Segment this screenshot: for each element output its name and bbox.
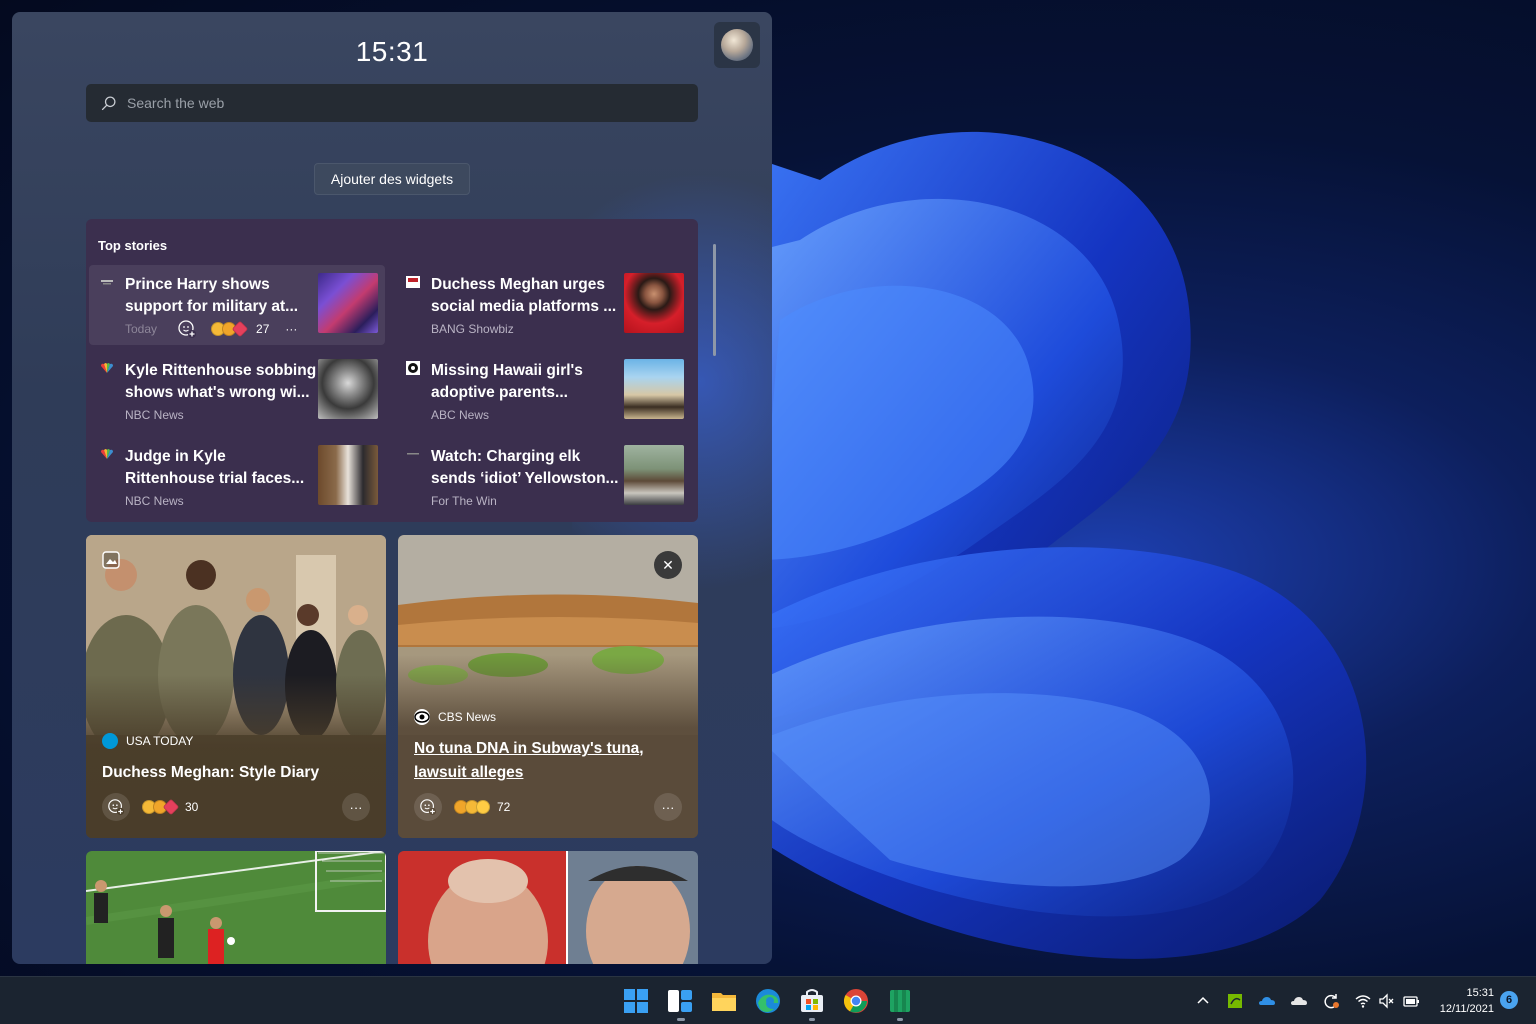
card-more-button[interactable]: ··· <box>654 793 682 821</box>
system-clock[interactable]: 15:31 12/11/2021 <box>1430 985 1494 1017</box>
reaction-emojis <box>211 320 249 338</box>
story-more-button[interactable]: ··· <box>285 322 297 336</box>
abc-news-logo-icon <box>406 361 420 375</box>
story-headline: Duchess Meghan urges social media platfo… <box>431 276 617 315</box>
story-item[interactable]: Watch: Charging elk sends ‘idiot’ Yellow… <box>395 437 691 517</box>
avatar <box>721 29 753 61</box>
nbc-logo-icon <box>101 363 113 373</box>
today-logo-icon <box>101 280 113 285</box>
volume-muted-icon[interactable] <box>1378 992 1396 1010</box>
story-item[interactable]: Prince Harry shows support for military … <box>89 265 385 345</box>
onedrive-personal-icon[interactable] <box>1290 992 1308 1010</box>
card-title[interactable]: No tuna DNA in Subway's tuna, lawsuit al… <box>414 737 682 785</box>
card-more-button[interactable]: ··· <box>342 793 370 821</box>
wallpaper-bloom <box>760 131 1367 959</box>
sync-icon[interactable] <box>1322 992 1340 1010</box>
add-reaction-icon <box>420 799 437 816</box>
widgets-icon[interactable] <box>666 987 694 1015</box>
edge-icon[interactable] <box>754 987 782 1015</box>
story-thumbnail <box>624 359 684 419</box>
story-item[interactable]: Kyle Rittenhouse sobbing shows what's wr… <box>89 351 385 431</box>
reaction-count: 30 <box>185 800 199 814</box>
story-source: NBC News <box>125 494 184 508</box>
chevron-up-icon[interactable] <box>1194 992 1212 1010</box>
panel-clock: 15:31 <box>355 36 429 67</box>
story-source: Today <box>125 322 158 336</box>
top-stories-title: Top stories <box>98 238 168 253</box>
app-icon[interactable] <box>886 987 914 1015</box>
story-headline: Missing Hawaii girl's adoptive parents..… <box>431 362 583 401</box>
running-indicator <box>809 1018 815 1021</box>
system-time: 15:31 <box>1466 987 1494 999</box>
card-source-label: USA TODAY <box>126 734 194 748</box>
story-headline: Watch: Charging elk sends ‘idiot’ Yellow… <box>431 448 619 487</box>
card-source: USA TODAY <box>102 733 193 749</box>
story-source: BANG Showbiz <box>431 322 514 336</box>
top-stories-widget: Top stories Prince Harry shows support f… <box>86 219 698 522</box>
add-reaction-button[interactable] <box>102 793 130 821</box>
card-footer: 72 ··· <box>414 793 682 821</box>
search-icon <box>101 95 116 110</box>
story-thumbnail <box>624 273 684 333</box>
card-image <box>398 851 698 964</box>
search-bar[interactable] <box>86 84 698 122</box>
for-the-win-logo-icon <box>407 453 419 455</box>
search-input[interactable] <box>127 95 687 111</box>
reaction-count: 27 <box>256 322 270 336</box>
file-explorer-icon[interactable] <box>710 987 738 1015</box>
news-card[interactable]: USA TODAY Duchess Meghan: Style Diary 30… <box>86 535 386 838</box>
bang-showbiz-logo-icon <box>406 276 420 288</box>
card-title[interactable]: Duchess Meghan: Style Diary <box>102 761 370 785</box>
nbc-logo-icon <box>101 449 113 459</box>
taskbar: 15:31 12/11/2021 6 <box>0 976 1536 1024</box>
chrome-icon[interactable] <box>842 987 870 1015</box>
widgets-panel: 15:31 Ajouter des widgets Top stories Pr… <box>12 12 772 964</box>
add-reaction-icon <box>108 799 125 816</box>
system-date: 12/11/2021 <box>1439 1003 1494 1015</box>
active-indicator <box>677 1018 685 1021</box>
gallery-icon <box>102 551 120 569</box>
story-item[interactable]: Judge in Kyle Rittenhouse trial faces...… <box>89 437 385 517</box>
story-thumbnail <box>624 445 684 505</box>
news-card[interactable] <box>398 851 698 964</box>
news-card[interactable] <box>86 851 386 964</box>
add-reaction-icon[interactable] <box>177 319 197 339</box>
story-source: ABC News <box>431 408 490 422</box>
card-image <box>86 851 386 964</box>
add-widgets-button[interactable]: Ajouter des widgets <box>314 163 470 195</box>
battery-icon[interactable] <box>1402 992 1420 1010</box>
reaction-emojis <box>454 800 490 814</box>
story-headline: Kyle Rittenhouse sobbing shows what's wr… <box>125 362 317 401</box>
news-card[interactable]: ✕ CBS News No tuna DNA in Subway's tuna,… <box>398 535 698 838</box>
wifi-icon[interactable] <box>1354 992 1372 1010</box>
story-item[interactable]: Missing Hawaii girl's adoptive parents..… <box>395 351 691 431</box>
story-source: For The Win <box>431 494 497 508</box>
onedrive-icon[interactable] <box>1258 992 1276 1010</box>
running-indicator <box>897 1018 903 1021</box>
profile-avatar-button[interactable] <box>714 22 760 68</box>
story-headline: Prince Harry shows support for military … <box>125 276 299 315</box>
story-source: NBC News <box>125 408 184 422</box>
story-thumbnail <box>318 445 378 505</box>
dismiss-card-button[interactable]: ✕ <box>654 551 682 579</box>
nvidia-icon[interactable] <box>1226 992 1244 1010</box>
story-headline: Judge in Kyle Rittenhouse trial faces... <box>125 448 305 487</box>
notification-badge[interactable]: 6 <box>1500 991 1518 1009</box>
card-source-label: CBS News <box>438 710 497 724</box>
add-reaction-button[interactable] <box>414 793 442 821</box>
reaction-emojis <box>142 798 180 816</box>
start-icon[interactable] <box>622 987 650 1015</box>
panel-scrollbar[interactable] <box>713 244 716 356</box>
reaction-count: 72 <box>497 800 511 814</box>
card-source: CBS News <box>414 709 496 725</box>
story-thumbnail <box>318 359 378 419</box>
story-item[interactable]: Duchess Meghan urges social media platfo… <box>395 265 691 345</box>
story-thumbnail <box>318 273 378 333</box>
store-icon[interactable] <box>798 987 826 1015</box>
cbs-eye-logo-icon <box>414 709 430 725</box>
story-meta: Today 27 ··· <box>125 319 297 339</box>
usa-today-logo-icon <box>102 733 118 749</box>
card-footer: 30 ··· <box>102 793 370 821</box>
